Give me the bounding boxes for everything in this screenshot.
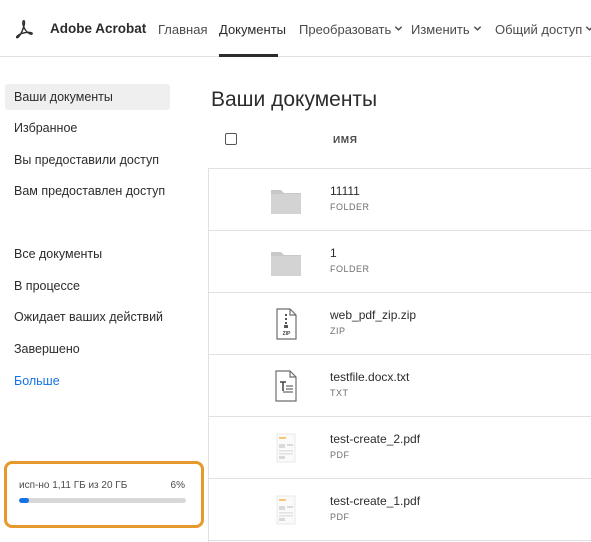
- storage-usage-text: исп-но 1,11 ГБ из 20 ГБ: [19, 480, 128, 491]
- nav-sharing-label: Общий доступ: [495, 22, 583, 37]
- pdf-thumbnail-icon: [276, 433, 296, 463]
- nav-edit[interactable]: Изменить: [411, 22, 482, 37]
- nav-edit-label: Изменить: [411, 22, 470, 37]
- storage-progress-fill: [19, 498, 30, 503]
- nav-convert[interactable]: Преобразовать: [299, 22, 403, 37]
- file-row[interactable]: ZIP web_pdf_zip.zip ZIP: [209, 293, 591, 355]
- nav-documents-label: Документы: [219, 22, 287, 37]
- file-row[interactable]: 1 FOLDER: [209, 231, 591, 293]
- pdf-thumbnail-icon: [276, 495, 296, 525]
- top-navigation-bar: Adobe Acrobat Главная Документы Преобраз…: [0, 0, 591, 57]
- nav-home-label: Главная: [158, 22, 208, 37]
- file-name[interactable]: 1: [330, 246, 337, 260]
- brand-name[interactable]: Adobe Acrobat: [50, 21, 146, 36]
- file-row[interactable]: test-create_1.pdf PDF: [209, 479, 591, 541]
- column-header-name[interactable]: ИМЯ: [333, 135, 358, 146]
- file-type: PDF: [330, 512, 350, 522]
- nav-active-indicator: [219, 54, 278, 57]
- svg-text:ZIP: ZIP: [283, 331, 291, 337]
- sidebar-item-waiting-for-you[interactable]: Ожидает ваших действий: [5, 304, 170, 330]
- nav-home[interactable]: Главная: [158, 22, 207, 37]
- file-row[interactable]: testfile.docx.txt TXT: [209, 355, 591, 417]
- file-name[interactable]: 11111: [330, 184, 360, 198]
- file-name[interactable]: test-create_2.pdf: [330, 432, 420, 446]
- file-type: ZIP: [330, 326, 346, 336]
- file-type: FOLDER: [330, 264, 370, 274]
- select-all-checkbox[interactable]: [225, 133, 237, 145]
- txt-file-icon: [275, 370, 297, 402]
- chevron-down-icon: [395, 26, 403, 31]
- file-row[interactable]: 11111 FOLDER: [209, 169, 591, 231]
- folder-icon: [271, 190, 301, 214]
- file-type: PDF: [330, 450, 350, 460]
- sidebar-item-shared-by-you[interactable]: Вы предоставили доступ: [5, 147, 170, 173]
- sidebar-item-your-documents[interactable]: Ваши документы: [5, 84, 170, 110]
- acrobat-logo-icon[interactable]: [14, 19, 34, 39]
- folder-icon: [271, 252, 301, 276]
- page-title: Ваши документы: [211, 88, 378, 111]
- sidebar-item-favorites[interactable]: Избранное: [5, 115, 170, 141]
- nav-sharing[interactable]: Общий доступ: [495, 22, 591, 37]
- file-type: FOLDER: [330, 202, 370, 212]
- storage-usage-percent: 6%: [170, 480, 185, 491]
- nav-documents[interactable]: Документы: [219, 22, 286, 37]
- file-type: TXT: [330, 388, 349, 398]
- nav-convert-label: Преобразовать: [299, 22, 392, 37]
- file-name[interactable]: web_pdf_zip.zip: [330, 308, 416, 322]
- file-row[interactable]: test-create_2.pdf PDF: [209, 417, 591, 479]
- sidebar-item-more[interactable]: Больше: [5, 368, 170, 394]
- chevron-down-icon: [586, 26, 591, 31]
- file-name[interactable]: testfile.docx.txt: [330, 370, 409, 384]
- chevron-down-icon: [473, 26, 481, 31]
- sidebar-item-all-documents[interactable]: Все документы: [5, 241, 170, 267]
- file-name[interactable]: test-create_1.pdf: [330, 494, 420, 508]
- sidebar-item-completed[interactable]: Завершено: [5, 336, 170, 362]
- sidebar-item-shared-with-you[interactable]: Вам предоставлен доступ: [5, 178, 170, 204]
- sidebar-item-in-progress[interactable]: В процессе: [5, 273, 170, 299]
- zip-file-icon: ZIP: [276, 308, 297, 340]
- storage-progress-bar: [19, 498, 186, 503]
- storage-usage-panel: исп-но 1,11 ГБ из 20 ГБ 6%: [4, 461, 204, 528]
- file-list: 11111 FOLDER 1 FOLDER ZIP web_pdf_zip.zi…: [208, 168, 591, 542]
